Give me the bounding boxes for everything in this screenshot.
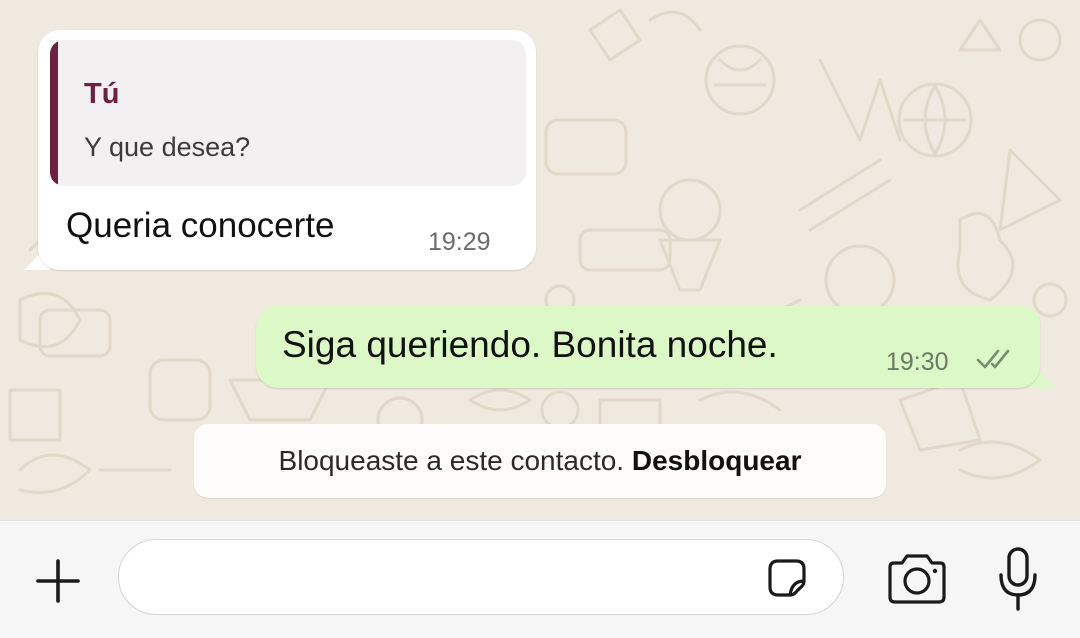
- plus-icon[interactable]: [28, 551, 88, 611]
- outgoing-message-text: Siga queriendo. Bonita noche.: [282, 324, 778, 365]
- incoming-message-time: 19:29: [428, 228, 491, 256]
- microphone-icon[interactable]: [996, 545, 1040, 615]
- composer-bar: [0, 520, 1080, 638]
- outgoing-message-bubble[interactable]: Siga queriendo. Bonita noche. 19:30: [256, 306, 1040, 388]
- camera-icon[interactable]: [884, 551, 950, 607]
- blocked-contact-notice: Bloqueaste a este contacto. Desbloquear: [194, 424, 886, 498]
- quote-text: Y que desea?: [84, 132, 251, 162]
- message-input[interactable]: [118, 539, 844, 615]
- chat-area: Tú Y que desea? Queria conocerte 19:29 S…: [0, 0, 1080, 520]
- blocked-notice-text: Bloqueaste a este contacto.: [278, 445, 632, 476]
- incoming-message-text: Queria conocerte: [66, 206, 335, 245]
- quote-accent-bar: [50, 40, 58, 186]
- quote-author: Tú: [84, 78, 120, 110]
- incoming-message-bubble[interactable]: Tú Y que desea? Queria conocerte 19:29: [38, 30, 536, 270]
- quoted-reply[interactable]: Tú Y que desea?: [50, 40, 526, 186]
- outgoing-message-time: 19:30: [886, 348, 949, 376]
- unblock-link[interactable]: Desbloquear: [632, 445, 802, 476]
- sticker-icon[interactable]: [764, 555, 810, 601]
- double-check-icon: [976, 349, 1010, 369]
